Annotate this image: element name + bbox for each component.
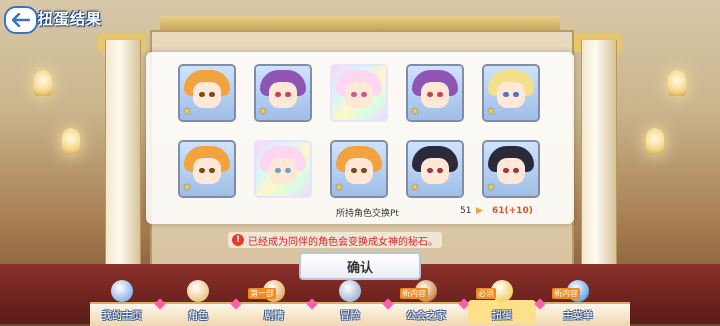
portrait-eye bbox=[503, 92, 509, 97]
wall-lamp bbox=[668, 70, 686, 96]
portrait-face bbox=[345, 158, 373, 184]
header: 扭蛋结果 bbox=[0, 0, 720, 34]
column bbox=[105, 40, 141, 290]
portrait-face bbox=[497, 158, 525, 184]
gacha-result-panel: ★ ★ ★ ★ ★ ★ ★ ★ 所持角色交换Pt 51 ▶ 61(+10) bbox=[146, 52, 574, 224]
exchange-points-before: 51 bbox=[460, 206, 472, 216]
portrait-eye bbox=[285, 168, 291, 173]
wall-lamp bbox=[62, 128, 80, 154]
nav-item[interactable]: 第一部剧情 bbox=[236, 280, 318, 324]
exchange-points-after: 61(+10) bbox=[492, 206, 533, 216]
result-grid: ★ ★ ★ ★ ★ ★ ★ ★ bbox=[178, 64, 544, 198]
back-arrow-icon bbox=[12, 13, 30, 27]
portrait-face bbox=[497, 82, 525, 108]
portrait-eye bbox=[503, 168, 509, 173]
confirm-button[interactable]: 确认 bbox=[299, 252, 421, 280]
portrait-face bbox=[193, 158, 221, 184]
portrait-eye bbox=[427, 92, 433, 97]
exchange-points-row: 所持角色交换Pt 51 ▶ 61(+10) bbox=[336, 206, 546, 220]
character-card[interactable] bbox=[330, 64, 388, 122]
character-portrait bbox=[332, 66, 386, 120]
portrait-eye bbox=[199, 92, 205, 97]
nav-label: 冒险 bbox=[340, 311, 360, 322]
rarity-star-icon: ★ bbox=[411, 183, 420, 193]
portrait-eye bbox=[361, 92, 367, 97]
portrait-eye bbox=[209, 92, 215, 97]
back-button[interactable] bbox=[4, 6, 38, 34]
column bbox=[581, 40, 617, 290]
character-card[interactable]: ★ bbox=[254, 64, 312, 122]
portrait-eye bbox=[427, 168, 433, 173]
character-card[interactable] bbox=[254, 140, 312, 198]
nav-item[interactable]: 新内容主菜单 bbox=[540, 280, 616, 324]
rarity-star-icon: ★ bbox=[259, 107, 268, 117]
nav-icon bbox=[187, 280, 209, 302]
character-portrait bbox=[256, 142, 310, 196]
character-card[interactable]: ★ bbox=[178, 140, 236, 198]
page-title: 扭蛋结果 bbox=[38, 10, 103, 28]
bottom-nav: 我的主页 角色 第一部 剧情 冒险 新内容 公会之家 必须 扭蛋 新内容 主菜单 bbox=[84, 280, 644, 324]
nav-label: 剧情 bbox=[264, 311, 284, 322]
character-card[interactable]: ★ bbox=[178, 64, 236, 122]
portrait-eye bbox=[351, 168, 357, 173]
nav-item[interactable]: 必须扭蛋 bbox=[464, 280, 546, 324]
portrait-eye bbox=[437, 168, 443, 173]
nav-item[interactable]: 角色 bbox=[160, 280, 242, 324]
portrait-eye bbox=[513, 168, 519, 173]
nav-badge: 第一部 bbox=[248, 288, 276, 299]
portrait-face bbox=[193, 82, 221, 108]
character-card[interactable]: ★ bbox=[482, 64, 540, 122]
portrait-eye bbox=[285, 92, 291, 97]
portrait-eye bbox=[437, 92, 443, 97]
nav-item[interactable]: 我的主页 bbox=[84, 280, 166, 324]
nav-item[interactable]: 新内容公会之家 bbox=[388, 280, 470, 324]
notice-text: 已经成为同伴的角色会变换成女神的秘石。 bbox=[248, 236, 438, 248]
rarity-star-icon: ★ bbox=[487, 183, 496, 193]
nav-label: 扭蛋 bbox=[492, 311, 512, 322]
portrait-face bbox=[421, 158, 449, 184]
nav-label: 我的主页 bbox=[102, 311, 142, 322]
nav-badge: 新内容 bbox=[552, 288, 580, 299]
portrait-face bbox=[269, 158, 297, 184]
portrait-eye bbox=[275, 168, 281, 173]
nav-icon bbox=[339, 280, 361, 302]
nav-label: 公会之家 bbox=[406, 311, 446, 322]
exchange-points-label: 所持角色交换Pt bbox=[336, 209, 399, 219]
nav-label: 角色 bbox=[188, 311, 208, 322]
nav-item[interactable]: 冒险 bbox=[312, 280, 394, 324]
character-card[interactable]: ★ bbox=[406, 64, 464, 122]
portrait-eye bbox=[513, 92, 519, 97]
rarity-star-icon: ★ bbox=[183, 183, 192, 193]
arrow-right-icon: ▶ bbox=[476, 206, 483, 216]
rarity-star-icon: ★ bbox=[335, 183, 344, 193]
portrait-eye bbox=[361, 168, 367, 173]
rarity-star-icon: ★ bbox=[411, 107, 420, 117]
wall-lamp bbox=[34, 70, 52, 96]
nav-badge: 新内容 bbox=[400, 288, 428, 299]
portrait-eye bbox=[199, 168, 205, 173]
alert-icon: ! bbox=[232, 234, 244, 246]
character-card[interactable]: ★ bbox=[330, 140, 388, 198]
portrait-eye bbox=[209, 168, 215, 173]
wall-lamp bbox=[646, 128, 664, 154]
character-card[interactable]: ★ bbox=[406, 140, 464, 198]
portrait-face bbox=[345, 82, 373, 108]
portrait-eye bbox=[275, 92, 281, 97]
nav-badge: 必须 bbox=[476, 288, 496, 299]
portrait-eye bbox=[351, 92, 357, 97]
portrait-face bbox=[421, 82, 449, 108]
rarity-star-icon: ★ bbox=[487, 107, 496, 117]
nav-label: 主菜单 bbox=[563, 311, 593, 322]
rarity-star-icon: ★ bbox=[183, 107, 192, 117]
nav-icon bbox=[111, 280, 133, 302]
notice-banner: ! 已经成为同伴的角色会变换成女神的秘石。 bbox=[228, 232, 442, 248]
portrait-face bbox=[269, 82, 297, 108]
character-card[interactable]: ★ bbox=[482, 140, 540, 198]
